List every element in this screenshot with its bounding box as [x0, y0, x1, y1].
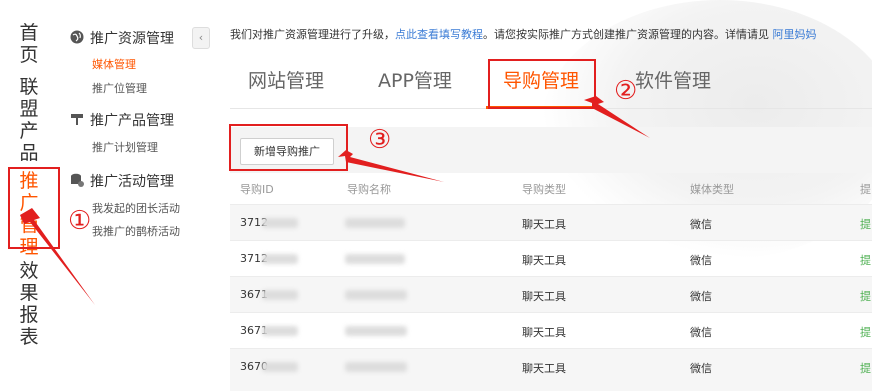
annotation-arrows	[20, 96, 650, 305]
arrow-two-icon	[584, 96, 650, 138]
arrow-one-icon	[20, 208, 95, 305]
arrow-three-icon	[338, 150, 444, 182]
